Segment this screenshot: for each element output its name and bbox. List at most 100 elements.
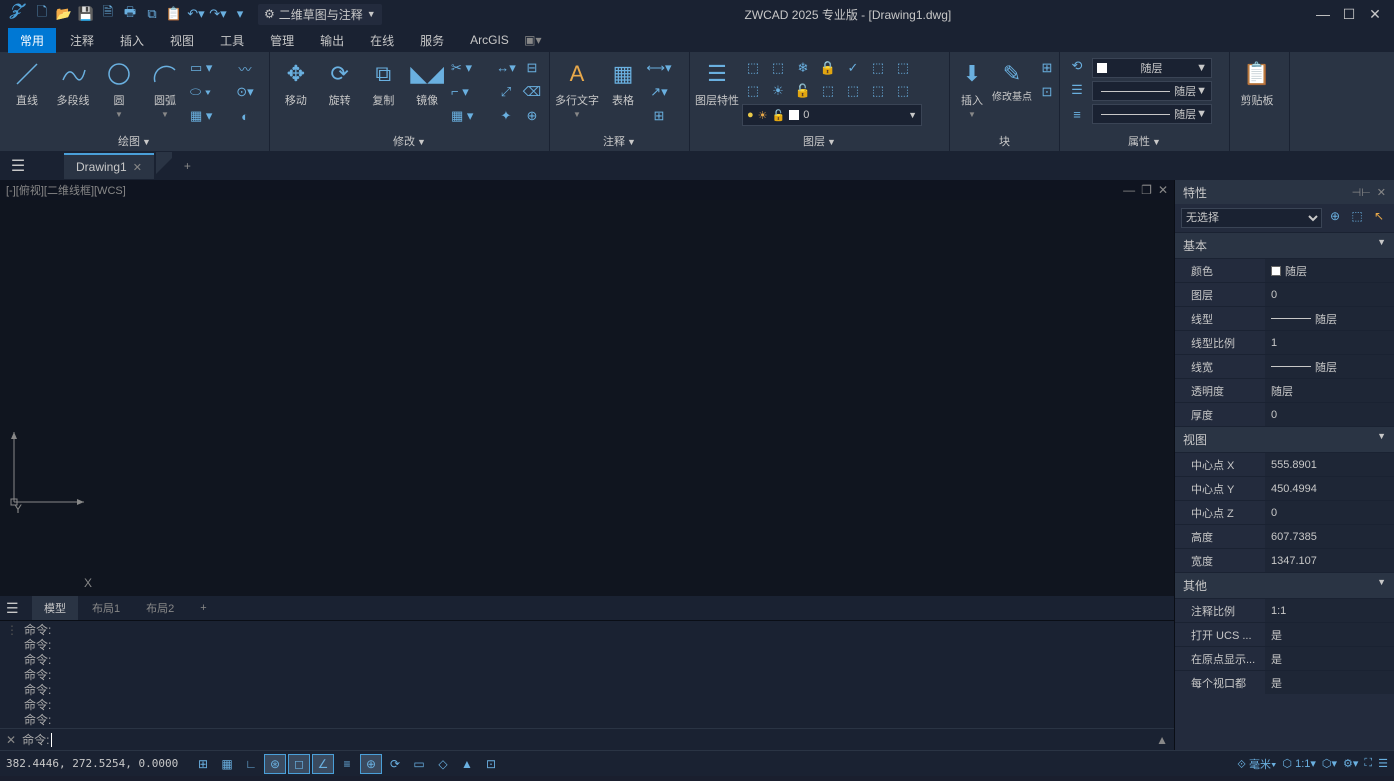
anno-scale-icon[interactable]: ⬡▾ (1322, 757, 1337, 770)
prop-row[interactable]: 打开 UCS ...是 (1175, 622, 1394, 646)
iso-toggle[interactable]: ◇ (432, 754, 454, 774)
layout-tab-model[interactable]: 模型 (32, 596, 78, 620)
lineweight-combo[interactable]: 随层▼ (1092, 104, 1212, 124)
grid-toggle[interactable]: ▦ (216, 754, 238, 774)
pin-icon[interactable]: ⊣⊢ (1352, 186, 1371, 199)
command-input[interactable]: ✕ 命令: ▲ (0, 728, 1174, 750)
move-button[interactable]: ✥移动 (276, 56, 316, 108)
ellipse-button[interactable]: ⬭ ▾ (190, 82, 230, 102)
panel-layer-title[interactable]: 图层▼ (696, 131, 943, 151)
tab-annotate[interactable]: 注释 (58, 28, 106, 53)
layout-add-button[interactable]: + (188, 598, 218, 618)
rotate-button[interactable]: ⟳旋转 (320, 56, 360, 108)
layer-walk-button[interactable]: ⬚ (892, 58, 914, 78)
layer-prev-button[interactable]: ⬚ (867, 58, 889, 78)
scale-button[interactable]: ⤢ (495, 82, 517, 102)
rectangle-button[interactable]: ▭ ▾ (190, 58, 230, 78)
close-button[interactable]: ✕ (1366, 6, 1384, 23)
hatch-button[interactable]: ▦ ▾ (190, 106, 230, 126)
panel-draw-title[interactable]: 绘图▼ (6, 131, 263, 151)
layer-thaw-button[interactable]: ☀ (767, 81, 789, 101)
pick-add-icon[interactable]: ⊕ (1326, 209, 1344, 227)
ribbon-collapse-icon[interactable]: ▣▾ (523, 33, 543, 47)
units-label[interactable]: ⟐ 毫米▾ (1237, 756, 1276, 772)
prop-row[interactable]: 宽度1347.107 (1175, 548, 1394, 572)
canvas[interactable]: YX (0, 200, 1174, 596)
prop-row[interactable]: 厚度0 (1175, 402, 1394, 426)
qat-more-icon[interactable]: ▾ (230, 4, 250, 24)
props-list-button[interactable]: ≡ (1066, 104, 1088, 124)
coordinates[interactable]: 382.4446, 272.5254, 0.0000 (6, 757, 186, 770)
trim-button[interactable]: ✂ ▾ (451, 58, 491, 78)
layer-on-button[interactable]: ⬚ (742, 81, 764, 101)
viewport-label[interactable]: [-][俯视][二维线框][WCS] (6, 182, 126, 198)
prop-row[interactable]: 中心点 Z0 (1175, 500, 1394, 524)
layer-merge-button[interactable]: ⬚ (842, 81, 864, 101)
scale-label[interactable]: ⬡ 1:1▾ (1282, 757, 1316, 770)
customize-icon[interactable]: ☰ (1378, 757, 1388, 770)
prop-row[interactable]: 中心点 X555.8901 (1175, 452, 1394, 476)
clipboard-button[interactable]: 📋剪贴板 (1236, 56, 1278, 108)
undo-icon[interactable]: ↶▾ (186, 4, 206, 24)
panel-modify-title[interactable]: 修改▼ (276, 131, 543, 151)
viewport-minimize-icon[interactable]: — (1123, 183, 1135, 197)
panel-props-title[interactable]: 属性▼ (1066, 131, 1223, 151)
region-button[interactable]: ◐ (234, 106, 256, 126)
edit-basepoint-button[interactable]: ✎修改基点 (992, 56, 1032, 103)
maximize-button[interactable]: ☐ (1340, 6, 1358, 23)
list-button[interactable]: ☰ (1066, 80, 1088, 100)
linetype-combo[interactable]: 随层▼ (1092, 81, 1212, 101)
prop-row[interactable]: 注释比例1:1 (1175, 598, 1394, 622)
prop-section-other[interactable]: 其他▼ (1175, 572, 1394, 598)
prop-row[interactable]: 线型比例1 (1175, 330, 1394, 354)
prop-row[interactable]: 图层0 (1175, 282, 1394, 306)
copy-button[interactable]: ⧉复制 (364, 56, 404, 108)
lwt-toggle[interactable]: ≡ (336, 754, 358, 774)
tab-insert[interactable]: 插入 (108, 28, 156, 53)
copy-icon[interactable]: ⧉ (142, 4, 162, 24)
layer-properties-button[interactable]: ☰图层特性 (696, 56, 738, 108)
ortho-toggle[interactable]: ∟ (240, 754, 262, 774)
layer-unlock-button[interactable]: 🔓 (792, 81, 814, 101)
open-icon[interactable]: 📂 (54, 4, 74, 24)
tab-manage[interactable]: 管理 (258, 28, 306, 53)
document-tab[interactable]: Drawing1 ✕ (64, 153, 154, 179)
gear-icon[interactable]: ⚙▾ (1343, 757, 1358, 770)
prop-row[interactable]: 线型随层 (1175, 306, 1394, 330)
dyn-toggle[interactable]: ⊕ (360, 754, 382, 774)
layer-iso-button[interactable]: ⬚ (742, 58, 764, 78)
array-button[interactable]: ▦ ▾ (451, 106, 491, 126)
plot-icon[interactable]: 🖶 (120, 4, 140, 24)
leader-button[interactable]: ↗▾ (648, 82, 670, 102)
tab-tools[interactable]: 工具 (208, 28, 256, 53)
arc-button[interactable]: 圆弧▼ (144, 56, 186, 119)
cycle-toggle[interactable]: ⟳ (384, 754, 406, 774)
prop-row[interactable]: 中心点 Y450.4994 (1175, 476, 1394, 500)
layer-freeze-button[interactable]: ❄ (792, 58, 814, 78)
workspace-selector[interactable]: ⚙ 二维草图与注释 ▼ (258, 4, 382, 25)
current-layer-combo[interactable]: ● ☀ 🔓 0 ▼ (742, 104, 922, 126)
table-button[interactable]: ▦表格 (602, 56, 644, 108)
tolerance-button[interactable]: ⊞ (648, 106, 670, 126)
prop-row[interactable]: 颜色随层 (1175, 258, 1394, 282)
otrack-toggle[interactable]: ∠ (312, 754, 334, 774)
explode-button[interactable]: ✦ (495, 106, 517, 126)
define-block-button[interactable]: ⊞ (1036, 58, 1058, 78)
close-tab-icon[interactable]: ✕ (133, 161, 142, 174)
mtext-button[interactable]: A多行文字▼ (556, 56, 598, 119)
anno-toggle[interactable]: ▲ (456, 754, 478, 774)
save-icon[interactable]: 💾 (76, 4, 96, 24)
paste-icon[interactable]: 📋 (164, 4, 184, 24)
new-icon[interactable]: 🗋 (32, 4, 52, 24)
prop-row[interactable]: 在原点显示...是 (1175, 646, 1394, 670)
layer-lock-button[interactable]: 🔒 (817, 58, 839, 78)
minimize-button[interactable]: — (1314, 6, 1332, 23)
tab-service[interactable]: 服务 (408, 28, 456, 53)
tab-online[interactable]: 在线 (358, 28, 406, 53)
layer-off-button[interactable]: ⬚ (767, 58, 789, 78)
fullscreen-icon[interactable]: ⛶ (1364, 757, 1372, 770)
viewport-restore-icon[interactable]: ❐ (1141, 183, 1152, 197)
doc-menu-icon[interactable]: ☰ (6, 156, 30, 176)
tpy-toggle[interactable]: ⊡ (480, 754, 502, 774)
layer-delete-button[interactable]: ⬚ (867, 81, 889, 101)
